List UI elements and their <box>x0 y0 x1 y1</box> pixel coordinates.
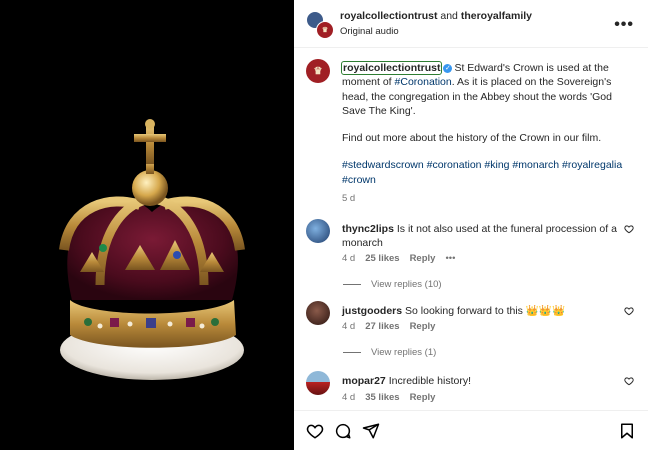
reply-button[interactable]: Reply <box>410 321 436 334</box>
comment-body: mopar27 Incredible history! 4 d 35 likes… <box>342 374 630 404</box>
comment-item: justgooders So looking forward to this 👑… <box>306 301 636 334</box>
caption-username[interactable]: royalcollectiontrust <box>340 61 443 75</box>
header-user2-link[interactable]: theroyalfamily <box>461 10 532 22</box>
comment-age: 4 d <box>342 391 356 403</box>
instagram-post-view: ♛ royalcollectiontrust and theroyalfamil… <box>0 0 648 450</box>
comment-body: justgooders So looking forward to this 👑… <box>342 304 630 334</box>
comment-item: thync2lips Is it not also used at the fu… <box>306 218 636 266</box>
caption-body: royalcollectiontrust ✓ St Edward's Crown i… <box>340 61 632 206</box>
caption-paragraph-2: Find out more about the history of the C… <box>342 132 602 145</box>
reply-button[interactable]: Reply <box>410 253 436 266</box>
header-text: royalcollectiontrust and theroyalfamily … <box>340 10 532 37</box>
heart-icon[interactable] <box>624 306 634 316</box>
comment-likes[interactable]: 35 likes <box>365 392 399 405</box>
view-replies-button[interactable]: View replies (1) <box>343 347 636 358</box>
view-replies-label: View replies (10) <box>371 279 442 291</box>
comment-icon[interactable] <box>334 422 352 440</box>
comment-avatar[interactable] <box>306 301 330 326</box>
comment-avatar[interactable] <box>306 218 330 243</box>
caption-avatar[interactable]: ♛ <box>306 59 330 83</box>
comment-item: mopar27 Incredible history! 4 d 35 likes… <box>306 371 636 404</box>
comment-meta: 4 d 27 likes Reply <box>342 321 630 334</box>
heart-icon[interactable] <box>624 224 634 234</box>
comment-likes[interactable]: 25 likes <box>365 253 399 266</box>
post-caption: ♛ royalcollectiontrust ✓ St Edward's Crown… <box>306 49 636 206</box>
reply-button[interactable]: Reply <box>410 392 436 405</box>
post-side-panel: ♛ royalcollectiontrust and theroyalfamil… <box>294 0 648 450</box>
comment-options-icon[interactable]: ••• <box>445 253 455 266</box>
verified-badge-icon: ✓ <box>443 63 453 73</box>
bookmark-icon[interactable] <box>618 422 636 440</box>
comment-meta: 4 d 25 likes Reply ••• <box>342 253 630 266</box>
view-replies-button[interactable]: View replies (10) <box>343 279 636 290</box>
view-replies-label: View replies (1) <box>371 347 437 359</box>
avatar-royalcollectiontrust: ♛ <box>316 20 334 39</box>
audio-link[interactable]: Original audio <box>340 26 532 37</box>
comment-username[interactable]: mopar27 <box>342 375 386 387</box>
comment-age: 4 d <box>342 321 356 333</box>
replies-line <box>343 284 361 286</box>
collab-avatars[interactable]: ♛ <box>306 10 334 39</box>
header-user1-link[interactable]: royalcollectiontrust <box>340 10 437 22</box>
header-joiner: and <box>440 10 458 22</box>
post-header: ♛ royalcollectiontrust and theroyalfamil… <box>294 0 648 48</box>
post-video[interactable] <box>0 0 294 450</box>
heart-icon[interactable] <box>306 422 324 440</box>
comment-meta: 4 d 35 likes Reply <box>342 392 630 405</box>
comment-text: So looking forward to this 👑👑👑 <box>405 305 566 318</box>
comment-avatar[interactable] <box>306 371 330 396</box>
caption-age: 5 d <box>342 192 356 204</box>
post-action-bar <box>294 410 648 450</box>
comment-username[interactable]: thync2lips <box>342 223 394 235</box>
caption-hashtags[interactable]: #stedwardscrown #coronation #king #monar… <box>342 158 632 187</box>
comment-age: 4 d <box>342 253 356 265</box>
comment-text: Incredible history! <box>388 375 471 388</box>
comment-body: thync2lips Is it not also used at the fu… <box>342 222 630 266</box>
replies-line <box>343 352 361 354</box>
comment-likes[interactable]: 27 likes <box>365 321 399 334</box>
more-horizontal-icon[interactable]: ••• <box>614 16 634 34</box>
send-icon[interactable] <box>362 422 380 440</box>
comments-scroll-area[interactable]: ♛ royalcollectiontrust ✓ St Edward's Crown… <box>294 49 648 410</box>
heart-icon[interactable] <box>624 376 634 386</box>
hashtag-coronation-link[interactable]: #Coronation <box>395 76 452 88</box>
comment-username[interactable]: justgooders <box>342 305 402 317</box>
header-users: royalcollectiontrust and theroyalfamily <box>340 10 532 23</box>
crown-image <box>59 119 245 380</box>
